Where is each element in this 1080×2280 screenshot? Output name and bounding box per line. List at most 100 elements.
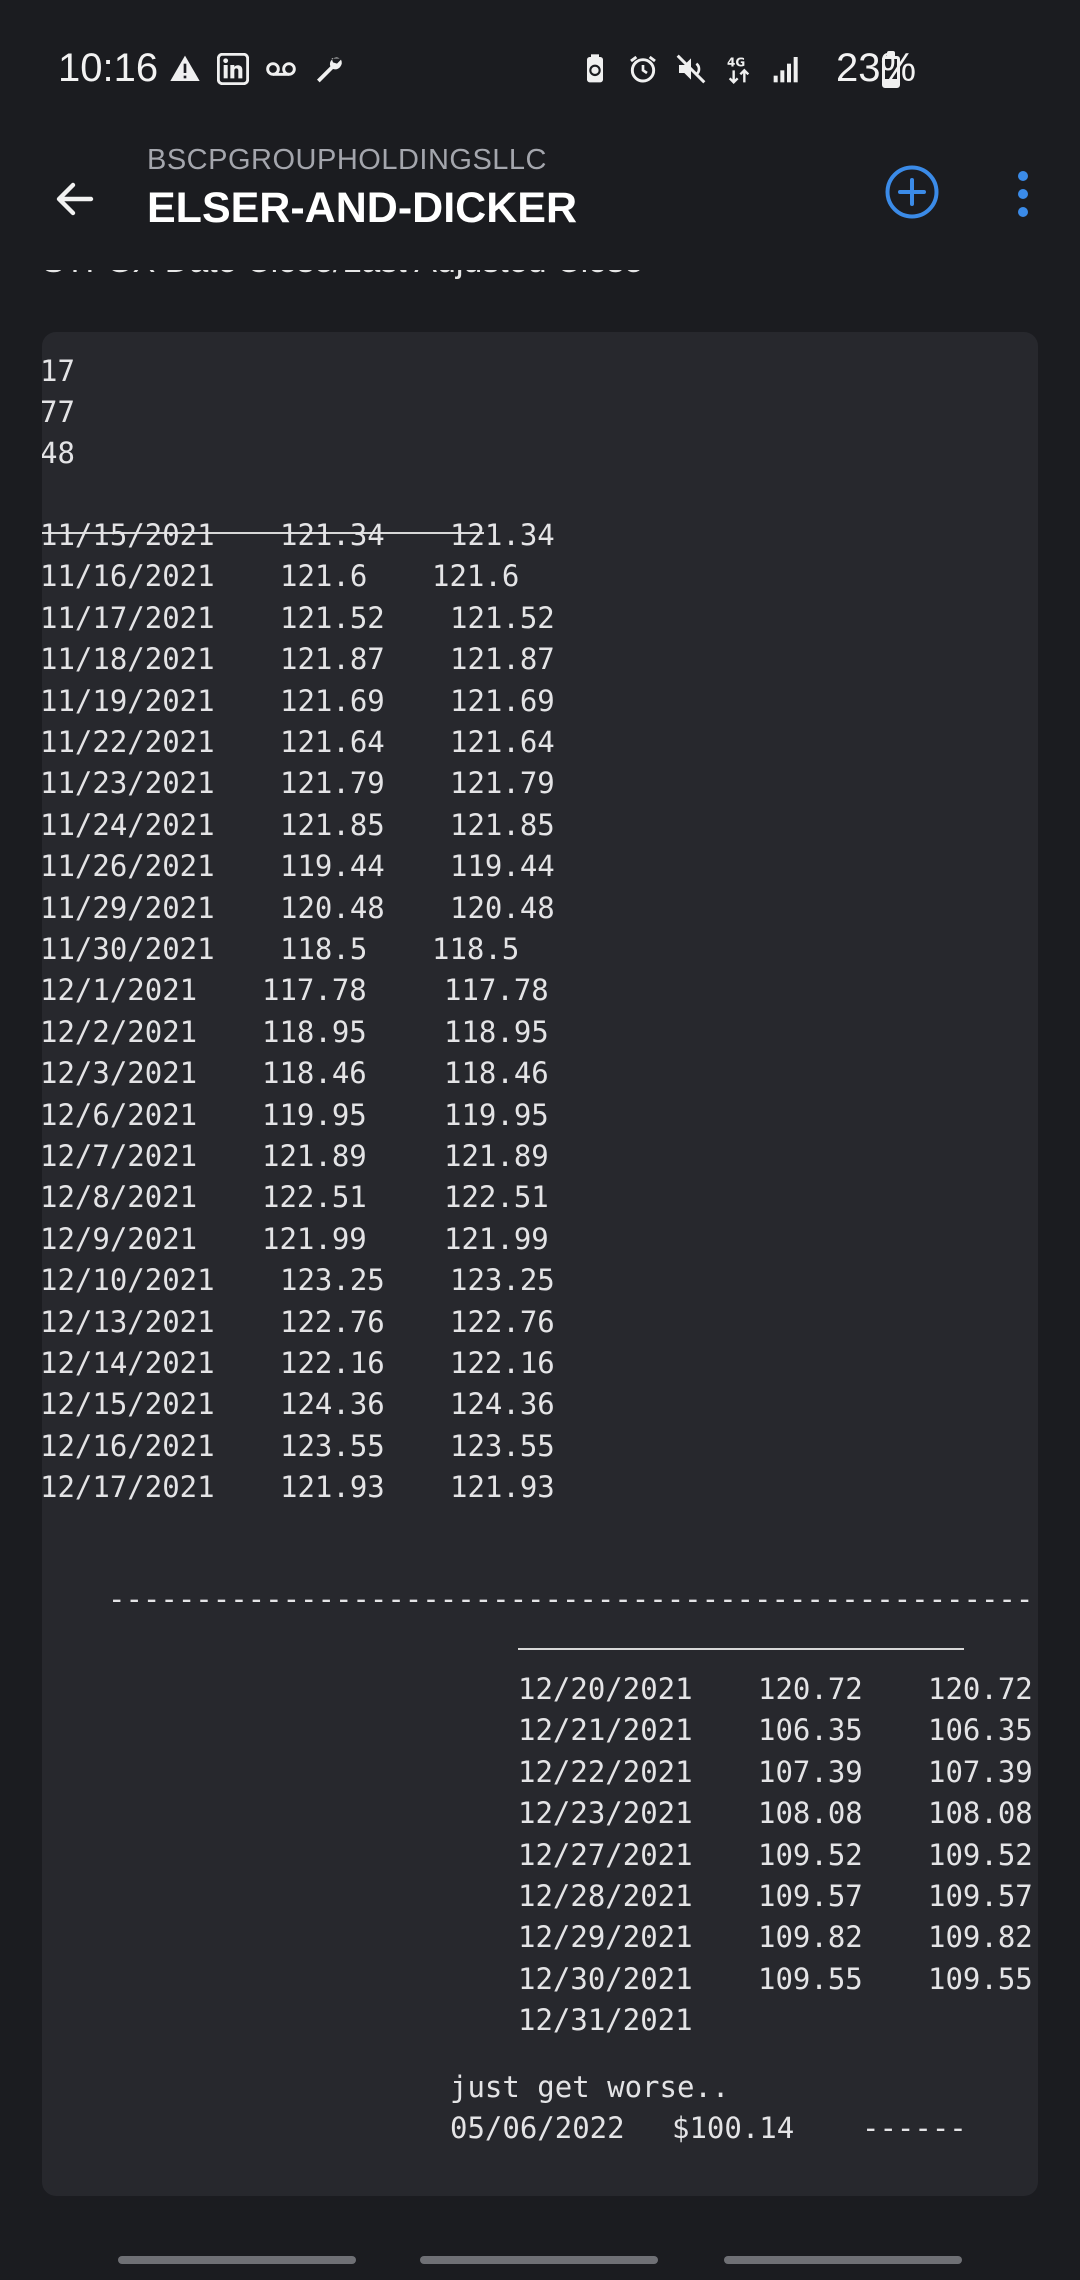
row-adjusted-close: 109.82 — [928, 1920, 1033, 1955]
status-left-icons — [168, 52, 346, 86]
warning-icon — [168, 52, 202, 86]
row-adjusted-close: 118.95 — [444, 1014, 549, 1049]
row-close: 123.25 — [280, 1263, 385, 1298]
row-close: 119.44 — [280, 849, 385, 884]
row-close: 107.39 — [758, 1754, 863, 1789]
row-date: 12/29/2021 — [518, 1920, 693, 1955]
row-adjusted-close: 124.36 — [450, 1387, 555, 1422]
row-close: 118.46 — [262, 1056, 367, 1091]
code-block[interactable]: 17 77 48 11/15/2021 121.34 121.34 11/16/202… — [42, 332, 1038, 2196]
row-close: 121.69 — [280, 683, 385, 718]
row-date: 12/28/2021 — [518, 1879, 693, 1913]
row-adjusted-close: 117.78 — [444, 973, 549, 1008]
row-close: 122.16 — [280, 1346, 385, 1380]
status-bar: 10:16 4G 23% — [0, 0, 1080, 140]
app-bar: BSCPGROUPHOLDINGSLLC ELSER-AND-DICKER — [0, 140, 1080, 270]
row-adjusted-close: 120.48 — [450, 890, 555, 925]
row-close: 123.55 — [280, 1428, 385, 1463]
battery-percent: 23% — [836, 46, 917, 90]
row-date: 11/16/2021 — [42, 559, 215, 594]
row-date: 12/8/2021 — [42, 1180, 198, 1215]
row-date: 12/23/2021 — [518, 1796, 693, 1831]
row-adjusted-close: 119.44 — [450, 849, 555, 884]
row-close: 106.35 — [758, 1713, 863, 1748]
mute-icon — [674, 52, 708, 86]
add-button[interactable] — [884, 164, 940, 220]
post-content[interactable]: STFGX Date Close/Last Adjusted Close 17 … — [0, 250, 1080, 2230]
navigation-bar — [0, 2234, 1080, 2280]
row-date: 11/15/2021 — [42, 518, 215, 552]
row-date: 12/30/2021 — [518, 1961, 693, 1996]
row-close: 120.48 — [280, 890, 385, 925]
row-date: 11/23/2021 — [42, 766, 215, 801]
nav-pill — [420, 2256, 658, 2264]
row-date: 12/6/2021 — [42, 1097, 198, 1132]
row-close: 119.95 — [262, 1097, 367, 1132]
row-date: 11/19/2021 — [42, 683, 215, 718]
row-adjusted-close: 121.99 — [444, 1221, 549, 1256]
row-adjusted-close: 121.64 — [450, 725, 555, 759]
arrow-left-icon — [56, 182, 94, 216]
row-close: 121.85 — [280, 807, 385, 842]
row-adjusted-close: 121.87 — [450, 642, 555, 677]
row-date: 12/15/2021 — [42, 1387, 215, 1422]
row-date: 12/3/2021 — [42, 1056, 198, 1091]
row-date: 12/2/2021 — [42, 1014, 198, 1049]
row-adjusted-close: 123.55 — [450, 1428, 555, 1463]
row-adjusted-close: 121.6 — [432, 559, 520, 594]
row-date: 12/7/2021 — [42, 1139, 198, 1173]
more-options-button[interactable] — [1000, 166, 1046, 222]
row-close: 121.6 — [280, 559, 368, 594]
row-adjusted-close: 108.08 — [928, 1796, 1033, 1831]
battery-saver-icon — [578, 52, 612, 86]
row-adjusted-close: 119.95 — [444, 1097, 549, 1132]
row-close: 121.89 — [262, 1139, 367, 1173]
row-date: 12/20/2021 — [518, 1672, 693, 1706]
note-text: just get worse.. — [450, 2070, 730, 2104]
back-button[interactable] — [40, 164, 110, 234]
row-close: 109.57 — [758, 1879, 863, 1913]
row-adjusted-close: 121.69 — [450, 683, 555, 718]
row-close: 109.82 — [758, 1920, 863, 1955]
row-date: 11/30/2021 — [42, 932, 215, 966]
row-date: 12/1/2021 — [42, 973, 198, 1008]
nav-pill — [118, 2256, 356, 2264]
row-date: 11/29/2021 — [42, 890, 215, 925]
row-adjusted-close: 121.52 — [450, 600, 555, 635]
status-time: 10:16 — [58, 46, 159, 90]
dash-line: ----------------------------------------… — [108, 1582, 1038, 1616]
row-adjusted-close: 109.55 — [928, 1961, 1033, 1996]
row-adjusted-close: 121.85 — [450, 807, 555, 842]
row-close: 121.64 — [280, 725, 385, 759]
row-adjusted-close: 118.46 — [444, 1056, 549, 1091]
row-adjusted-close: 118.5 — [432, 932, 520, 966]
row-adjusted-close: 121.93 — [450, 1470, 555, 1505]
row-date: 11/26/2021 — [42, 849, 215, 884]
fragment-line: 77 — [42, 395, 75, 429]
final-price: $100.14 — [672, 2111, 795, 2145]
row-adjusted-close: 106.35 — [928, 1713, 1033, 1748]
row-date: 12/9/2021 — [42, 1221, 198, 1256]
battery-fill — [885, 79, 897, 85]
row-adjusted-close: 120.72 — [928, 1672, 1033, 1706]
row-date: 12/17/2021 — [42, 1470, 215, 1505]
row-close: 121.79 — [280, 766, 385, 801]
signal-icon — [770, 52, 804, 86]
row-adjusted-close: 121.79 — [450, 766, 555, 801]
row-adjusted-close: 122.16 — [450, 1346, 555, 1380]
final-dashes: ------ — [862, 2111, 967, 2145]
row-close: 117.78 — [262, 973, 367, 1008]
row-date: 11/24/2021 — [42, 807, 215, 842]
divider-line — [518, 1648, 964, 1650]
row-close: 122.51 — [262, 1180, 367, 1215]
row-adjusted-close: 107.39 — [928, 1754, 1033, 1789]
row-date: 12/10/2021 — [42, 1263, 215, 1298]
row-date: 12/27/2021 — [518, 1837, 693, 1872]
row-date: 11/22/2021 — [42, 725, 215, 759]
data-4g-icon: 4G — [722, 52, 756, 86]
final-date: 05/06/2022 — [450, 2111, 625, 2145]
row-close: 121.34 — [280, 518, 385, 552]
row-close: 108.08 — [758, 1796, 863, 1831]
page-title: ELSER-AND-DICKER — [147, 184, 577, 232]
community-name: BSCPGROUPHOLDINGSLLC — [147, 144, 547, 176]
